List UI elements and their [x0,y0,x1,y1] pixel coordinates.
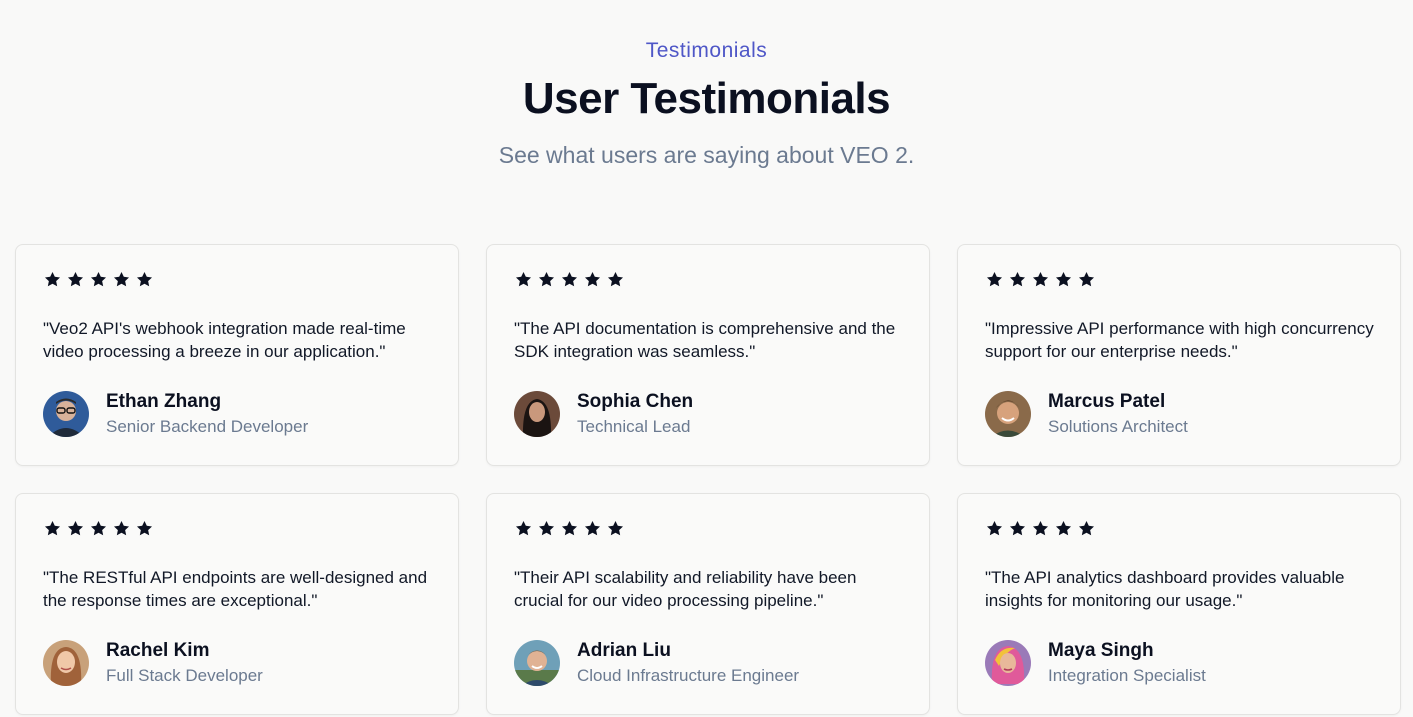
star-icon [538,271,555,287]
star-icon [1055,271,1072,287]
star-icon [584,271,601,287]
avatar [514,391,560,437]
avatar-man-glasses-icon [43,391,89,437]
testimonials-grid: "Veo2 API's webhook integration made rea… [15,244,1401,717]
testimonial-name: Adrian Liu [577,640,671,661]
testimonial-role: Integration Specialist [1048,666,1206,685]
star-icon [561,271,578,287]
testimonial-quote: "Veo2 API's webhook integration made rea… [43,319,406,361]
testimonial-quote: "Their API scalability and reliability h… [514,568,857,610]
star-icon [44,271,61,287]
star-icon [1078,271,1095,287]
star-icon [1009,271,1026,287]
testimonial-quote: "The API documentation is comprehensive … [514,319,896,361]
star-icon [136,520,153,536]
star-icon [584,520,601,536]
testimonial-card: "The RESTful API endpoints are well-desi… [15,493,459,715]
star-icon [90,520,107,536]
testimonial-name: Ethan Zhang [106,391,222,412]
star-icon [1009,520,1026,536]
testimonial-name: Rachel Kim [106,640,210,661]
star-icon [1078,520,1095,536]
star-icon [515,271,532,287]
star-icon [607,520,624,536]
avatar-woman-colorful-icon [985,640,1031,686]
testimonial-name: Marcus Patel [1048,391,1166,412]
star-rating [985,270,1096,289]
section-subtitle: See what users are saying about VEO 2. [498,142,915,168]
testimonial-name: Sophia Chen [577,391,694,412]
star-icon [90,271,107,287]
section-eyebrow: Testimonials [645,39,768,62]
testimonial-quote: "Impressive API performance with high co… [985,319,1374,361]
star-icon [561,520,578,536]
star-icon [113,520,130,536]
star-icon [1055,520,1072,536]
star-icon [136,271,153,287]
avatar-man-smiling-icon [985,391,1031,437]
star-rating [514,270,625,289]
testimonial-card: "The API analytics dashboard provides va… [957,493,1401,715]
testimonial-card: "Impressive API performance with high co… [957,244,1401,466]
star-icon [1032,271,1049,287]
star-icon [44,520,61,536]
star-icon [607,271,624,287]
star-icon [515,520,532,536]
star-rating [43,519,154,538]
avatar-woman-light-hair-icon [43,640,89,686]
testimonial-quote: "The RESTful API endpoints are well-desi… [43,568,428,610]
avatar [43,391,89,437]
avatar [985,640,1031,686]
star-icon [538,520,555,536]
testimonial-quote: "The API analytics dashboard provides va… [985,568,1345,610]
star-icon [986,271,1003,287]
testimonial-card: "Veo2 API's webhook integration made rea… [15,244,459,466]
testimonial-name: Maya Singh [1048,640,1154,661]
star-rating [514,519,625,538]
avatar-man-outdoor-icon [514,640,560,686]
star-icon [113,271,130,287]
testimonial-role: Solutions Architect [1048,417,1188,436]
testimonial-role: Full Stack Developer [106,666,263,685]
star-icon [67,520,84,536]
star-rating [985,519,1096,538]
avatar [514,640,560,686]
page-title: User Testimonials [522,74,891,123]
testimonial-role: Cloud Infrastructure Engineer [577,666,800,685]
star-icon [1032,520,1049,536]
testimonial-role: Senior Backend Developer [106,417,309,436]
avatar-woman-dark-hair-icon [514,391,560,437]
star-rating [43,270,154,289]
avatar [985,391,1031,437]
testimonial-role: Technical Lead [577,417,691,436]
testimonial-card: "Their API scalability and reliability h… [486,493,930,715]
star-icon [986,520,1003,536]
avatar [43,640,89,686]
star-icon [67,271,84,287]
testimonial-card: "The API documentation is comprehensive … [486,244,930,466]
